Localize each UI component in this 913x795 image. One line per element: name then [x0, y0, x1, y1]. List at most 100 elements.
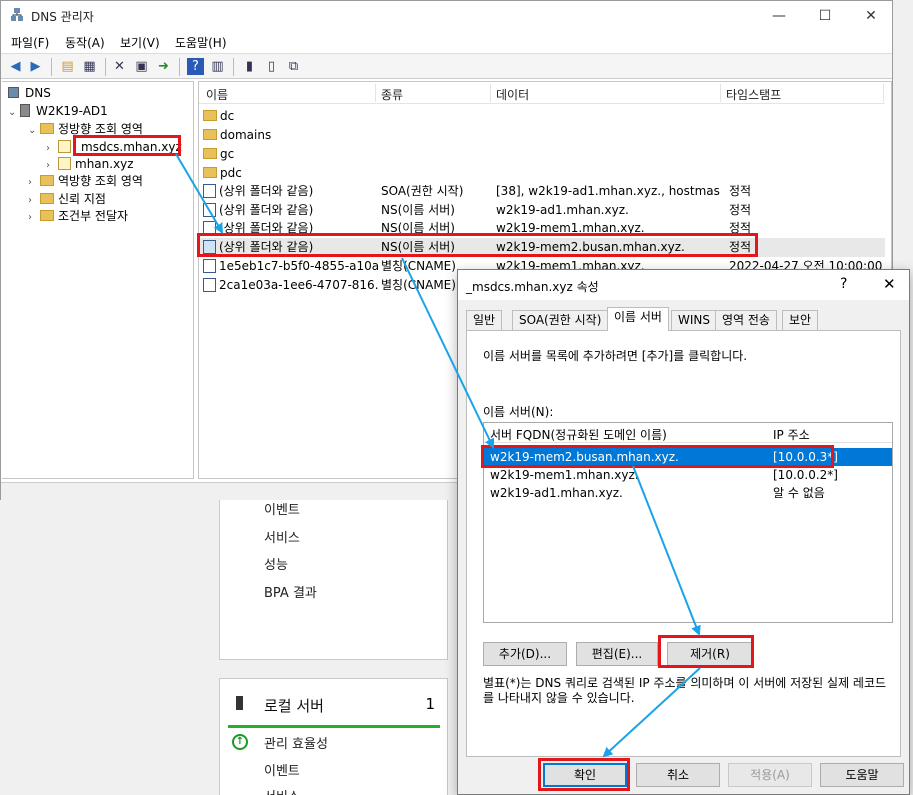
refresh-icon[interactable]: ⧉	[285, 58, 302, 75]
tab-general[interactable]: 일반	[466, 310, 503, 330]
add-button[interactable]: 추가(D)...	[483, 642, 567, 666]
tab-security[interactable]: 보안	[782, 310, 819, 330]
folder-icon	[203, 129, 217, 140]
folder-icon	[40, 175, 54, 186]
bg-item-manageability[interactable]: 관리 효율성	[264, 733, 328, 752]
list-item[interactable]: domains	[199, 126, 885, 145]
table-row-selected[interactable]: (상위 폴더와 같음) NS(이름 서버) w2k19-mem2.busan.m…	[199, 238, 885, 257]
help-button[interactable]: ?	[840, 276, 847, 292]
bg-tile-top: 이벤트 서비스 성능 BPA 결과	[219, 490, 448, 660]
title-bar: DNS 관리자 — ☐ ✕	[1, 1, 892, 31]
list-item[interactable]: pdc	[199, 164, 885, 183]
record-icon	[203, 239, 216, 254]
tab-wins[interactable]: WINS	[671, 310, 717, 330]
record-icon	[203, 277, 216, 292]
maximize-button[interactable]: ☐	[802, 5, 848, 27]
record-icon	[203, 258, 216, 273]
table-row[interactable]: (상위 폴더와 같음) NS(이름 서버) w2k19-mem1.mhan.xy…	[199, 219, 885, 238]
bg-item-services[interactable]: 서비스	[264, 527, 300, 546]
delete-icon[interactable]: ✕	[111, 58, 128, 75]
export-icon[interactable]: ➜	[155, 58, 172, 75]
close-button[interactable]: ✕	[848, 5, 894, 27]
tab-zone-transfers[interactable]: 영역 전송	[715, 310, 777, 330]
view-icon[interactable]: ▥	[209, 58, 226, 75]
remove-button[interactable]: 제거(R)	[667, 642, 753, 666]
dialog-close-button[interactable]: ✕	[883, 275, 896, 293]
col-fqdn[interactable]: 서버 FQDN(정규화된 도메인 이름)	[490, 426, 667, 443]
bg-item-events[interactable]: 이벤트	[264, 499, 300, 518]
status-bar-green	[228, 725, 440, 728]
list-item[interactable]: dc	[199, 107, 885, 126]
bg-item-bpa[interactable]: BPA 결과	[264, 582, 317, 601]
folder-icon	[203, 110, 217, 121]
tree-reverse-zones[interactable]: › 역방향 조회 영역	[28, 172, 143, 190]
tree-root-dns[interactable]: DNS	[8, 84, 51, 102]
menu-action[interactable]: 동작(A)	[65, 34, 105, 51]
forward-icon[interactable]: ▶	[27, 58, 44, 75]
ok-button[interactable]: 확인	[543, 763, 627, 787]
zone-properties-dialog: _msdcs.mhan.xyz 속성 ? ✕ 일반 SOA(권한 시작) 이름 …	[457, 269, 910, 795]
asterisk-note: 별표(*)는 DNS 쿼리로 검색된 IP 주소를 의미하며 이 서버에 저장된…	[483, 676, 887, 705]
ns-row-selected[interactable]: w2k19-mem2.busan.mhan.xyz. [10.0.0.3*]	[484, 448, 892, 466]
folder-icon	[40, 193, 54, 204]
col-data[interactable]: 데이터	[496, 86, 529, 103]
chevron-down-icon[interactable]: ⌄	[8, 104, 20, 122]
cancel-button[interactable]: 취소	[636, 763, 720, 787]
tree-trust-points[interactable]: › 신뢰 지점	[28, 190, 106, 208]
apply-button[interactable]: 적용(A)	[728, 763, 812, 787]
chevron-down-icon[interactable]: ⌄	[28, 122, 40, 140]
col-name[interactable]: 이름	[206, 86, 228, 103]
tab-name-servers[interactable]: 이름 서버	[607, 307, 669, 331]
table-row[interactable]: (상위 폴더와 같음) SOA(권한 시작) [38], w2k19-ad1.m…	[199, 182, 885, 201]
list-header: 이름 종류 데이터 타임스탬프	[199, 82, 885, 104]
show-hide-tree-icon[interactable]: ▦	[81, 58, 98, 75]
bg-item-services-2[interactable]: 서비스	[264, 786, 300, 795]
name-server-list[interactable]: 서버 FQDN(정규화된 도메인 이름) IP 주소 w2k19-mem2.bu…	[483, 422, 893, 623]
dialog-title: _msdcs.mhan.xyz 속성	[466, 280, 599, 294]
bg-item-performance[interactable]: 성능	[264, 554, 288, 573]
folder-icon	[40, 210, 54, 221]
col-ip[interactable]: IP 주소	[773, 426, 810, 443]
record-icon[interactable]: ▯	[263, 58, 280, 75]
dns-icon	[8, 87, 19, 98]
bg-local-server-title[interactable]: 로컬 서버	[264, 695, 324, 716]
window-title: DNS 관리자	[31, 10, 94, 24]
table-row[interactable]: (상위 폴더와 같음) NS(이름 서버) w2k19-ad1.mhan.xyz…	[199, 201, 885, 220]
col-timestamp[interactable]: 타임스탬프	[726, 86, 781, 103]
tree-zone-mhan[interactable]: › mhan.xyz	[46, 155, 134, 173]
tab-soa[interactable]: SOA(권한 시작)	[512, 310, 609, 330]
folder-icon	[40, 123, 54, 134]
dns-app-icon	[11, 8, 23, 21]
minimize-button[interactable]: —	[756, 5, 802, 27]
instruction-text: 이름 서버를 목록에 추가하려면 [추가]를 클릭합니다.	[483, 349, 748, 363]
bg-tile-local-server: 로컬 서버 1 ↑ 관리 효율성 이벤트 서비스	[219, 678, 448, 795]
tree-conditional-forwarders[interactable]: › 조건부 전달자	[28, 207, 128, 225]
col-type[interactable]: 종류	[381, 86, 403, 103]
menu-help[interactable]: 도움말(H)	[175, 34, 227, 51]
list-item[interactable]: gc	[199, 145, 885, 164]
help-icon[interactable]: ?	[187, 58, 204, 75]
folder-icon	[203, 167, 217, 178]
ns-row[interactable]: w2k19-mem1.mhan.xyz. [10.0.0.2*]	[484, 466, 892, 484]
menu-file[interactable]: 파일(F)	[11, 34, 49, 51]
record-icon	[203, 220, 216, 235]
dialog-help-button[interactable]: 도움말	[820, 763, 904, 787]
menu-view[interactable]: 보기(V)	[120, 34, 160, 51]
bg-local-server-count: 1	[425, 695, 435, 713]
console-tree: DNS ⌄ W2K19-AD1 ⌄ 정방향 조회 영역 › _msdcs.mhan.x…	[2, 81, 194, 479]
tree-server[interactable]: ⌄ W2K19-AD1	[8, 102, 108, 120]
tree-zone-msdcs[interactable]: › _msdcs.mhan.xyz	[46, 138, 182, 156]
zone-icon	[58, 157, 71, 170]
up-folder-icon[interactable]: ▤	[59, 58, 76, 75]
edit-button[interactable]: 편집(E)...	[576, 642, 658, 666]
tree-forward-zones[interactable]: ⌄ 정방향 조회 영역	[28, 120, 143, 138]
toolbar: ◀ ▶ ▤ ▦ ✕ ▣ ➜ ? ▥ ▮ ▯ ⧉	[1, 53, 892, 79]
back-icon[interactable]: ◀	[7, 58, 24, 75]
bg-item-events-2[interactable]: 이벤트	[264, 760, 300, 779]
record-icon	[203, 183, 216, 198]
properties-icon[interactable]: ▣	[133, 58, 150, 75]
server-list-icon[interactable]: ▮	[241, 58, 258, 75]
ns-row[interactable]: w2k19-ad1.mhan.xyz. 알 수 없음	[484, 484, 892, 502]
folder-icon	[203, 148, 217, 159]
chevron-right-icon[interactable]: ›	[28, 209, 40, 227]
